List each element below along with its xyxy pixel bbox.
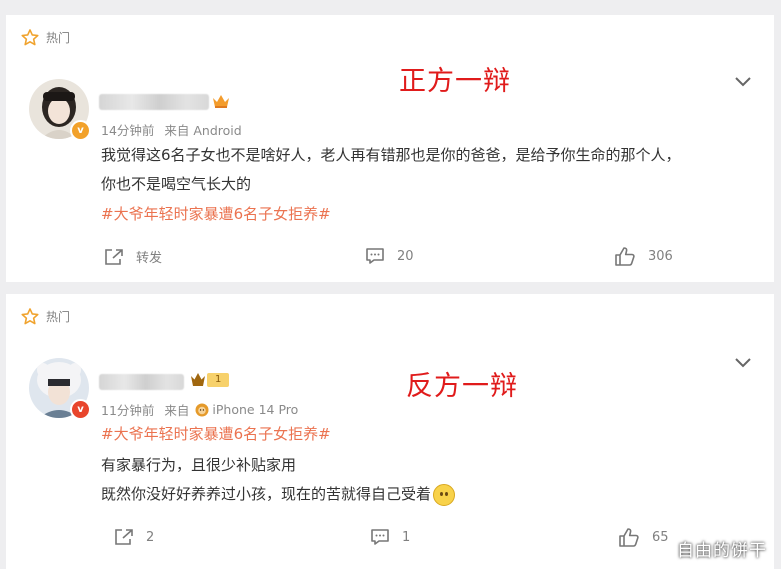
share-icon [105, 248, 123, 265]
smile-emoji-icon [433, 483, 456, 506]
avatar[interactable]: v [29, 79, 91, 141]
post-text-line: 既然你没好好养养过小孩，现在的苦就得自己受着 [101, 483, 456, 506]
hot-tag: 热门 [20, 28, 70, 47]
repost-button[interactable]: 转发 [104, 247, 162, 266]
verified-badge-icon: v [70, 120, 91, 141]
like-count: 306 [648, 248, 673, 264]
repost-button[interactable]: 2 [114, 528, 154, 546]
thumbs-up-icon [615, 247, 635, 266]
like-count: 65 [652, 529, 669, 545]
star-icon [21, 29, 39, 46]
username-blurred[interactable] [99, 94, 209, 110]
verified-badge-icon: v [70, 399, 91, 420]
avatar[interactable]: v [29, 358, 91, 420]
repost-label: 转发 [136, 251, 163, 266]
like-button[interactable]: 306 [614, 246, 673, 266]
comment-button[interactable]: 1 [370, 528, 410, 546]
comment-icon [371, 529, 389, 545]
post-card: 热门 反方一辩 v 1 11分钟前 来自 iPhone 14 Pro #大爷年轻… [6, 294, 774, 569]
crown-badge-icon [191, 373, 205, 386]
star-icon [21, 308, 39, 325]
chevron-down-icon[interactable] [734, 76, 752, 88]
post-card: 热门 正方一辩 v 14分钟前 来自 Android 我觉得这6名子女也不是啥好… [6, 15, 774, 282]
post-device: iPhone 14 Pro [212, 402, 299, 417]
hot-label: 热门 [46, 31, 71, 45]
crown-badge-icon [213, 95, 229, 108]
watermark-text: 自由的饼干 [677, 541, 767, 561]
share-icon [115, 529, 133, 545]
level-badge: 1 [190, 372, 230, 388]
hot-label: 热门 [46, 310, 71, 324]
hashtag-link[interactable]: #大爷年轻时家暴遭6名子女拒养# [101, 203, 331, 224]
repost-count: 2 [146, 529, 155, 545]
comment-count: 20 [397, 248, 414, 264]
comment-button[interactable]: 20 [365, 247, 414, 265]
post-meta: 11分钟前 来自 iPhone 14 Pro [101, 400, 308, 419]
debate-caption: 正方一辩 [399, 66, 511, 97]
level-number: 1 [207, 373, 230, 387]
chevron-down-icon[interactable] [734, 357, 752, 369]
hashtag-link[interactable]: #大爷年轻时家暴遭6名子女拒养# [101, 423, 331, 444]
comment-icon [366, 248, 384, 264]
like-button[interactable]: 65 [618, 527, 669, 547]
username-blurred[interactable] [99, 374, 184, 390]
post-source: 来自 Android [164, 123, 242, 138]
lion-icon [195, 403, 209, 416]
post-text-line: 有家暴行为，且很少补贴家用 [101, 456, 297, 474]
post-meta: 14分钟前 来自 Android [101, 120, 252, 139]
comment-count: 1 [402, 529, 411, 545]
post-source: 来自 [164, 403, 190, 418]
hot-tag: 热门 [20, 307, 70, 326]
post-text-line: 你也不是喝空气长大的 [101, 175, 252, 193]
post-time: 11分钟前 [101, 403, 155, 418]
debate-caption: 反方一辩 [406, 371, 518, 402]
thumbs-up-icon [619, 528, 639, 547]
post-time: 14分钟前 [101, 123, 155, 138]
post-text-line: 我觉得这6名子女也不是啥好人，老人再有错那也是你的爸爸，是给予你生命的那个人， [101, 146, 681, 164]
